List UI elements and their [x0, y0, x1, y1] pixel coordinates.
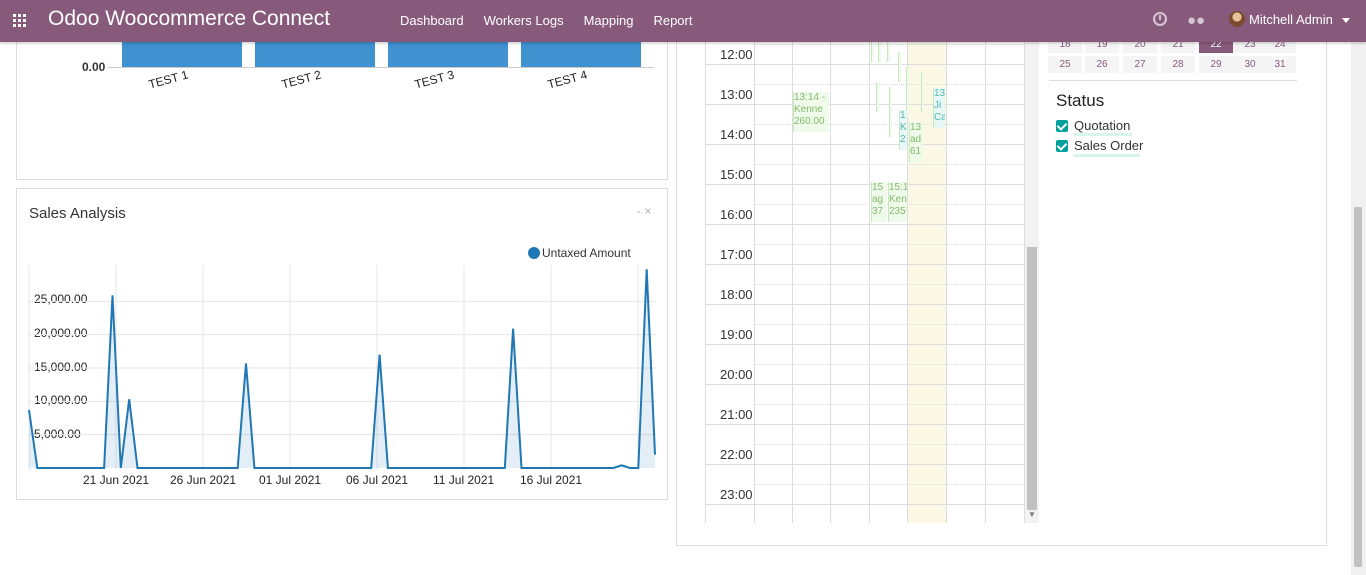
- calendar-grid: 12:00 13:00 14:00 15:00 16:00 17:00 18:0…: [705, 42, 1025, 523]
- time-label: 19:00: [720, 327, 753, 342]
- mini-day[interactable]: 30: [1233, 56, 1267, 73]
- time-label: 13:00: [720, 87, 753, 102]
- grid-vline: [754, 42, 755, 523]
- mini-day[interactable]: 26: [1085, 56, 1119, 73]
- bar-test-1: [122, 42, 242, 68]
- grid-vline: [946, 42, 947, 523]
- x-tick-0: 21 Jun 2021: [83, 473, 150, 487]
- scrollbar-thumb[interactable]: [1027, 247, 1037, 510]
- app-title[interactable]: Odoo Woocommerce Connect: [48, 7, 330, 31]
- calendar-event[interactable]: 15:1 Ken 235: [888, 182, 907, 222]
- time-label: 21:00: [720, 407, 753, 422]
- legend-dot: [528, 247, 540, 259]
- time-label: 18:00: [720, 287, 753, 302]
- y-axis-zero-label: 0.00: [82, 60, 106, 74]
- time-label: 22:00: [720, 447, 753, 462]
- time-label: 12:00: [720, 47, 753, 62]
- sales-order-color-underline: [1074, 154, 1140, 157]
- grid-vline: [985, 42, 986, 523]
- calendar-event[interactable]: 13:14 - Kenne 260.00: [793, 92, 829, 132]
- calendar-event[interactable]: 15 ag 37: [871, 182, 887, 222]
- top-navbar: Odoo Woocommerce Connect Dashboard Worke…: [0, 0, 1366, 42]
- bar-test-4: [521, 42, 641, 68]
- divider: [1049, 80, 1297, 81]
- time-label: 23:00: [720, 487, 753, 502]
- panel-controls[interactable]: - ×: [637, 204, 651, 218]
- time-label: 16:00: [720, 207, 753, 222]
- time-label: 17:00: [720, 247, 753, 262]
- series-line: [28, 269, 656, 469]
- legend-label: Untaxed Amount: [542, 246, 631, 260]
- page-scrollbar-thumb[interactable]: [1354, 207, 1362, 567]
- bar-test-2: [255, 42, 375, 68]
- mini-day[interactable]: 27: [1123, 56, 1157, 73]
- bar-test-3: [388, 42, 508, 68]
- sales-line-chart: [28, 265, 656, 470]
- area-fill: [29, 269, 655, 468]
- menu-dashboard[interactable]: Dashboard: [400, 13, 464, 28]
- mini-day[interactable]: 25: [1048, 56, 1082, 73]
- grid-vline: [869, 42, 870, 523]
- checkbox-checked[interactable]: [1056, 119, 1068, 132]
- activity-clock-icon[interactable]: [1153, 12, 1167, 26]
- time-label: 20:00: [720, 367, 753, 382]
- chart-grid: [28, 265, 656, 470]
- menu-workers-logs[interactable]: Workers Logs: [484, 13, 564, 28]
- avatar[interactable]: [1229, 11, 1245, 27]
- menu-mapping[interactable]: Mapping: [584, 13, 634, 28]
- mini-day[interactable]: 31: [1264, 56, 1296, 73]
- x-axis-line: [108, 67, 654, 68]
- menu-report[interactable]: Report: [653, 13, 692, 28]
- checkbox-checked[interactable]: [1056, 139, 1068, 152]
- main-menu: Dashboard Workers Logs Mapping Report: [400, 13, 712, 28]
- sales-analysis-title: Sales Analysis: [29, 205, 126, 222]
- x-tick-5: 16 Jul 2021: [520, 473, 583, 487]
- calendar-scrollbar[interactable]: ▼: [1025, 42, 1039, 523]
- mini-day[interactable]: 28: [1161, 56, 1195, 73]
- time-label: 14:00: [720, 127, 753, 142]
- status-filter-sales-order[interactable]: Sales Order: [1056, 137, 1143, 154]
- status-label[interactable]: Sales Order: [1074, 138, 1143, 153]
- chevron-down-icon[interactable]: [1342, 18, 1350, 23]
- status-label[interactable]: Quotation: [1074, 118, 1130, 133]
- apps-menu-icon[interactable]: [13, 14, 26, 27]
- time-label: 15:00: [720, 167, 753, 182]
- calendar-event[interactable]: 13 ad 61: [909, 122, 923, 162]
- x-tick-2: 01 Jul 2021: [259, 473, 322, 487]
- calendar-event[interactable]: 13 Ji Ca: [933, 88, 945, 128]
- chat-bubbles-icon[interactable]: ●●: [1187, 12, 1205, 29]
- mini-day[interactable]: 29: [1199, 56, 1233, 73]
- scroll-down-icon[interactable]: ▼: [1028, 510, 1036, 519]
- x-tick-4: 11 Jul 2021: [433, 473, 495, 487]
- user-name[interactable]: Mitchell Admin: [1249, 12, 1333, 27]
- page-scrollbar[interactable]: [1351, 42, 1366, 575]
- status-title: Status: [1056, 91, 1105, 110]
- x-tick-3: 06 Jul 2021: [346, 473, 409, 487]
- grid-vline: [830, 42, 831, 523]
- status-filter-quotation[interactable]: Quotation: [1056, 117, 1130, 134]
- calendar-event[interactable]: 1 K 2: [899, 110, 907, 150]
- x-tick-1: 26 Jun 2021: [170, 473, 237, 487]
